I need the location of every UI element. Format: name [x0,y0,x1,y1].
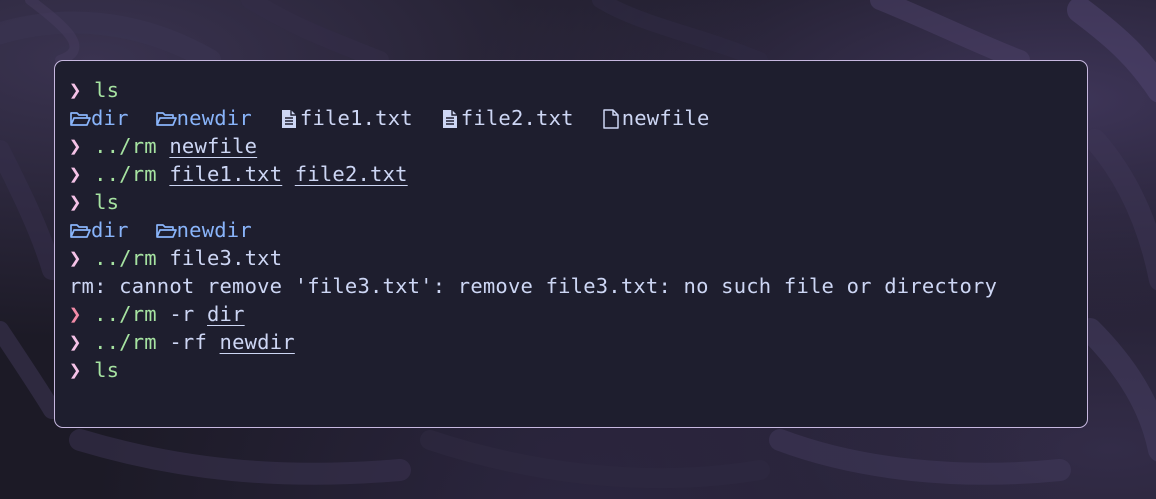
entry-name: file1.txt [299,106,413,130]
directory-entry: dir [69,218,129,242]
entry-name: dir [91,218,129,242]
folder-open-icon [69,216,91,244]
file-entry: file2.txt [439,106,574,130]
prompt-symbol: ❯ [69,162,82,186]
prompt-symbol: ❯ [69,190,82,214]
command-line: ❯ ../rm file1.txt file2.txt [69,160,1087,188]
command-name: ls [94,190,120,214]
command-line: ❯ ../rm newfile [69,132,1087,160]
command-name: ls [94,358,120,382]
terminal-window[interactable]: ❯ ls dir newdir file1.txt file2.txt newfile ❯ … [54,60,1088,428]
ls-output: dir newdir [69,216,1087,244]
command-argument: file2.txt [294,162,408,186]
directory-entry: newdir [155,106,252,130]
command-line: ❯ ../rm file3.txt [69,244,1087,272]
file-entry: newfile [600,106,710,130]
text-file-icon [439,104,461,132]
directory-entry: dir [69,106,129,130]
prompt-symbol: ❯ [69,302,82,326]
command-line: ❯ ls [69,356,1087,384]
command-name: ls [94,78,120,102]
entry-name: dir [91,106,129,130]
command-argument: -r [169,302,195,326]
entry-name: newdir [176,106,252,130]
command-name: ../rm [94,246,157,270]
prompt-symbol: ❯ [69,78,82,102]
file-icon [600,104,622,132]
command-argument: dir [207,302,245,326]
file-entry: file1.txt [278,106,413,130]
prompt-symbol: ❯ [69,358,82,382]
output-text: rm: cannot remove 'file3.txt': remove fi… [69,274,998,298]
command-line: ❯ ../rm -rf newdir [69,328,1087,356]
prompt-symbol: ❯ [69,246,82,270]
command-line: ❯ ../rm -r dir [69,300,1087,328]
ls-output: dir newdir file1.txt file2.txt newfile [69,104,1087,132]
folder-open-icon [155,104,177,132]
folder-open-icon [155,216,177,244]
directory-entry: newdir [155,218,252,242]
command-argument: file1.txt [169,162,283,186]
command-argument: newfile [169,134,258,158]
prompt-symbol: ❯ [69,134,82,158]
prompt-symbol: ❯ [69,330,82,354]
error-output: rm: cannot remove 'file3.txt': remove fi… [69,272,1087,300]
text-file-icon [278,104,300,132]
command-argument: newdir [219,330,295,354]
command-name: ../rm [94,302,157,326]
command-argument: -rf [169,330,207,354]
command-name: ../rm [94,134,157,158]
command-line: ❯ ls [69,188,1087,216]
entry-name: newfile [621,106,710,130]
folder-open-icon [69,104,91,132]
command-argument: file3.txt [169,246,283,270]
entry-name: file2.txt [460,106,574,130]
entry-name: newdir [176,218,252,242]
command-line: ❯ ls [69,76,1087,104]
command-name: ../rm [94,330,157,354]
command-name: ../rm [94,162,157,186]
